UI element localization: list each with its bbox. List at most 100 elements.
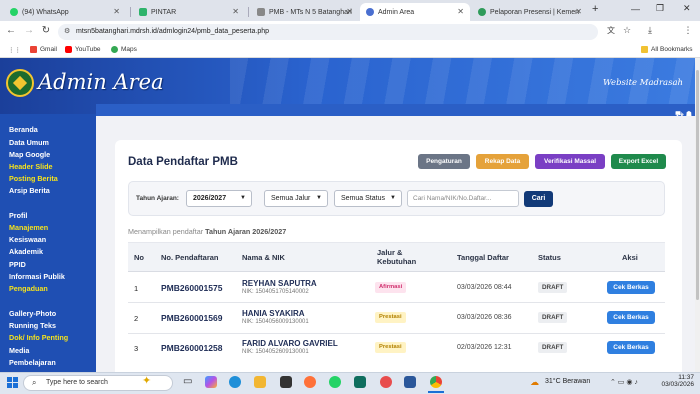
sidebar-item-dok-info[interactable]: Dok/ Info Penting xyxy=(9,333,68,342)
minimize-button[interactable]: — xyxy=(631,4,640,14)
file-explorer-icon[interactable] xyxy=(254,376,266,388)
nik: NIK: 1504051705140002 xyxy=(242,289,309,295)
tab-label: Admin Area xyxy=(378,8,415,16)
jalur-badge: Prestasi xyxy=(375,312,406,323)
cari-button[interactable]: Cari xyxy=(524,191,553,207)
sidebar-item-akademik[interactable]: Akademik xyxy=(9,247,43,256)
weather-icon: ☁ xyxy=(530,377,539,387)
col-no-pendaftaran: No. Pendaftaran xyxy=(161,253,219,262)
new-tab-button[interactable]: + xyxy=(592,3,598,15)
sidebar-item-data-umum[interactable]: Data Umum xyxy=(9,138,49,147)
col-no: No xyxy=(134,253,144,262)
tab-pmb[interactable]: PMB - MTs N 5 Batanghari ✕ xyxy=(251,3,359,21)
rekap-data-button[interactable]: Rekap Data xyxy=(476,154,529,169)
bookmark-maps[interactable]: Maps xyxy=(111,46,137,53)
sidebar-item-profil[interactable]: Profil xyxy=(9,211,27,220)
website-link[interactable]: Website Madrasah xyxy=(603,78,683,88)
browser-tab-strip: (94) WhatsApp ✕ PINTAR ✕ PMB - MTs N 5 B… xyxy=(0,0,700,21)
address-bar[interactable]: ⚙ mtsn5batanghari.mdrsh.id/admlogin24/pm… xyxy=(58,24,598,40)
pengaturan-button[interactable]: Pengaturan xyxy=(418,154,470,169)
status-select[interactable]: Semua Status ▼ xyxy=(334,190,402,207)
row-number: 2 xyxy=(134,314,139,323)
apps-icon[interactable]: ⋮⋮ xyxy=(8,46,21,54)
bookmark-gmail[interactable]: Gmail xyxy=(30,46,57,53)
whatsapp-icon xyxy=(10,8,18,16)
admin-title: Admin Area xyxy=(38,70,164,94)
all-bookmarks[interactable]: All Bookmarks xyxy=(641,46,693,53)
download-icon[interactable]: ⤓ xyxy=(643,25,657,36)
tanggal-daftar: 03/03/2026 08:44 xyxy=(457,284,512,291)
edge-icon[interactable] xyxy=(229,376,241,388)
app-icon[interactable] xyxy=(380,376,392,388)
whatsapp-icon[interactable] xyxy=(329,376,341,388)
sidebar-item-arsip-berita[interactable]: Arsip Berita xyxy=(9,186,50,195)
sidebar-item-kesiswaan[interactable]: Kesiswaan xyxy=(9,235,46,244)
sidebar-item-header-slide[interactable]: Header Slide xyxy=(9,162,53,171)
weather-text[interactable]: 31°C Berawan xyxy=(545,378,590,385)
col-jalur: Jalur & xyxy=(377,248,403,257)
close-icon[interactable]: ✕ xyxy=(575,7,582,16)
sidebar-item-beranda[interactable]: Beranda xyxy=(9,125,38,134)
tahun-ajaran-select[interactable]: 2026/2027 ▼ xyxy=(186,190,252,207)
chrome-icon[interactable] xyxy=(430,376,442,388)
close-icon[interactable]: ✕ xyxy=(232,7,239,16)
bookmark-star-icon[interactable]: ☆ xyxy=(620,25,634,36)
store-icon[interactable] xyxy=(280,376,292,388)
firefox-icon[interactable] xyxy=(304,376,316,388)
word-icon[interactable] xyxy=(404,376,416,388)
tab-label: PINTAR xyxy=(151,8,177,16)
close-icon[interactable]: ✕ xyxy=(346,7,353,16)
sidebar-item-informasi-publik[interactable]: Informasi Publik xyxy=(9,272,65,281)
window-close-button[interactable]: ✕ xyxy=(683,3,691,14)
clock[interactable]: 11:37 03/03/2026 xyxy=(661,374,694,388)
app-icon[interactable] xyxy=(354,376,366,388)
sidebar-item-map-google[interactable]: Map Google xyxy=(9,150,50,159)
bookmark-youtube[interactable]: YouTube xyxy=(65,46,101,53)
back-arrow-icon[interactable]: ← xyxy=(4,25,18,36)
tab-pelaporan[interactable]: Pelaporan Presensi | Kemen ✕ xyxy=(472,3,588,21)
sidebar-item-ppid[interactable]: PPID xyxy=(9,260,26,269)
tab-label: PMB - MTs N 5 Batanghari xyxy=(269,8,352,16)
sidebar-item-posting-berita[interactable]: Posting Berita xyxy=(9,174,58,183)
cek-berkas-button[interactable]: Cek Berkas xyxy=(607,281,655,294)
tab-separator xyxy=(248,7,249,17)
jalur-select[interactable]: Semua Jalur ▼ xyxy=(264,190,328,207)
col-kebutuhan: Kebutuhan xyxy=(377,257,417,266)
verifikasi-massal-button[interactable]: Verifikasi Massal xyxy=(535,154,605,169)
tab-whatsapp[interactable]: (94) WhatsApp ✕ xyxy=(4,3,126,21)
windows-start-icon[interactable] xyxy=(7,377,18,388)
close-icon[interactable]: ✕ xyxy=(457,7,464,16)
cek-berkas-button[interactable]: Cek Berkas xyxy=(607,341,655,354)
tanggal-daftar: 03/03/2026 08:36 xyxy=(457,314,512,321)
nama: HANIA SYAKIRA xyxy=(242,309,305,318)
scrollbar-thumb[interactable] xyxy=(696,70,699,300)
sidebar-item-media[interactable]: Media xyxy=(9,346,29,355)
menu-dots-icon[interactable]: ⋮ xyxy=(681,25,695,36)
search-input[interactable]: Cari Nama/NIK/No.Daftar... xyxy=(407,190,519,207)
system-tray-icons[interactable]: ⌃ ▭ ◉ ♪ xyxy=(610,378,638,386)
sidebar-item-manajemen[interactable]: Manajemen xyxy=(9,223,48,232)
tab-admin-area[interactable]: Admin Area ✕ xyxy=(360,3,470,21)
maximize-button[interactable]: ❐ xyxy=(656,3,664,14)
forward-arrow-icon[interactable]: → xyxy=(22,25,36,36)
cek-berkas-button[interactable]: Cek Berkas xyxy=(607,311,655,324)
translate-icon[interactable]: 文 xyxy=(604,25,618,36)
copilot-icon[interactable] xyxy=(205,376,217,388)
sidebar-item-pengaduan[interactable]: Pengaduan xyxy=(9,284,48,293)
tab-pintar[interactable]: PINTAR ✕ xyxy=(133,3,245,21)
tahun-ajaran-label: Tahun Ajaran: xyxy=(136,195,179,202)
col-tanggal: Tanggal Daftar xyxy=(457,253,509,262)
kemenag-logo xyxy=(6,69,34,97)
sidebar-item-gallery-photo[interactable]: Gallery-Photo xyxy=(9,309,56,318)
task-view-icon[interactable]: ▭ xyxy=(183,376,192,387)
tab-label: Pelaporan Presensi | Kemen xyxy=(490,8,579,16)
taskbar-search-input[interactable]: ⌕ Type here to search ✦ xyxy=(23,375,173,391)
export-excel-button[interactable]: Export Excel xyxy=(611,154,666,169)
close-icon[interactable]: ✕ xyxy=(113,7,120,16)
sidebar-item-running-teks[interactable]: Running Teks xyxy=(9,321,56,330)
no-pendaftaran: PMB260001569 xyxy=(161,313,223,323)
reload-icon[interactable]: ↻ xyxy=(39,25,53,36)
site-info-icon[interactable]: ⚙ xyxy=(64,24,70,40)
no-pendaftaran: PMB260001258 xyxy=(161,343,223,353)
sidebar-item-pembelajaran[interactable]: Pembelajaran xyxy=(9,358,56,367)
